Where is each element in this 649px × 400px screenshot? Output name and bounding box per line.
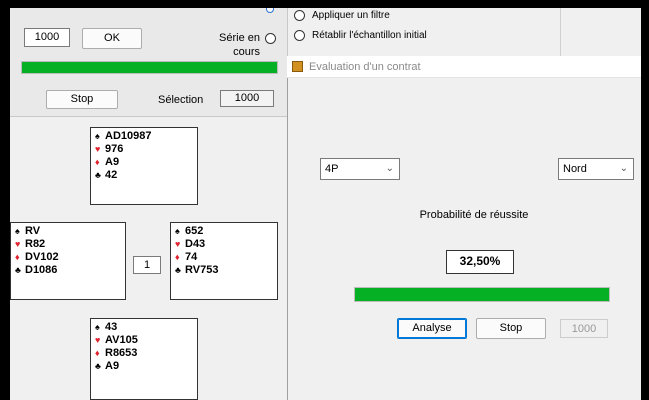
north-hand: ♠ AD10987 ♥ 976 ♦ A9 ♣ 42	[90, 127, 198, 205]
hand-cards: R8653	[105, 347, 138, 359]
club-icon: ♣	[15, 265, 21, 275]
spade-icon: ♠	[175, 226, 180, 236]
club-icon: ♣	[95, 170, 101, 180]
hand-cards: AD10987	[105, 130, 152, 142]
hand-cards: RV753	[185, 264, 219, 276]
series-label: Série en cours	[219, 32, 260, 58]
hand-line-club: ♣ A9	[95, 360, 193, 373]
hand-cards: 976	[105, 143, 124, 155]
dialog-title: Evaluation d'un contrat	[309, 61, 421, 73]
hand-cards: RV	[25, 225, 41, 237]
analyse-button[interactable]: Analyse	[397, 318, 467, 339]
left-progress-bar	[21, 61, 278, 74]
strip-divider	[560, 8, 561, 56]
hand-line-club: ♣ RV753	[175, 264, 273, 277]
app-icon	[292, 61, 303, 72]
spade-icon: ♠	[15, 226, 20, 236]
chevron-down-icon: ⌄	[385, 163, 394, 174]
declarer-select-value: Nord	[563, 163, 587, 175]
hand-cards: A9	[105, 156, 120, 168]
hand-cards: D43	[185, 238, 206, 250]
heart-icon: ♥	[95, 335, 101, 345]
dialog-stop-button[interactable]: Stop	[476, 318, 546, 339]
hand-cards: 74	[185, 251, 198, 263]
hand-cards: A9	[105, 360, 120, 372]
hand-line-diamond: ♦ 74	[175, 251, 273, 264]
heart-icon: ♥	[15, 239, 21, 249]
hand-cards: 43	[105, 321, 118, 333]
stop-button[interactable]: Stop	[46, 90, 118, 109]
club-icon: ♣	[175, 265, 181, 275]
restore-radio[interactable]	[294, 30, 305, 41]
hand-line-spade: ♠ RV	[15, 225, 121, 238]
hand-line-club: ♣ D1086	[15, 264, 121, 277]
selection-label: Sélection	[158, 94, 204, 106]
west-hand: ♠ RV ♥ R82 ♦ DV102 ♣ D1086	[10, 222, 126, 300]
chevron-down-icon: ⌄	[619, 163, 628, 174]
restore-option-label[interactable]: Rétablir l'échantillon initial	[312, 29, 427, 42]
hand-line-heart: ♥ D43	[175, 238, 273, 251]
hand-line-club: ♣ 42	[95, 169, 193, 182]
hand-line-diamond: ♦ DV102	[15, 251, 121, 264]
hand-cards: R82	[25, 238, 46, 250]
hand-line-spade: ♠ 652	[175, 225, 273, 238]
dialog-count-field: 1000	[560, 319, 608, 338]
ok-button[interactable]: OK	[82, 28, 142, 49]
contract-select-value: 4P	[325, 163, 339, 175]
hand-line-spade: ♠ AD10987	[95, 130, 193, 143]
heart-icon: ♥	[95, 144, 101, 154]
spade-icon: ♠	[95, 131, 100, 141]
hand-cards: DV102	[25, 251, 59, 263]
hand-line-heart: ♥ 976	[95, 143, 193, 156]
diamond-icon: ♦	[95, 348, 100, 358]
deal-number-field[interactable]: 1	[133, 256, 161, 274]
dialog-progress-fill	[355, 288, 609, 301]
dialog-progress-bar	[354, 287, 610, 302]
contract-select[interactable]: 4P ⌄	[320, 158, 400, 180]
filter-radio[interactable]	[294, 10, 305, 21]
hand-cards: 652	[185, 225, 204, 237]
filter-option-label[interactable]: Appliquer un filtre	[312, 9, 390, 22]
evaluation-dialog	[287, 56, 641, 400]
hand-cards: 42	[105, 169, 118, 181]
diamond-icon: ♦	[175, 252, 180, 262]
south-hand: ♠ 43 ♥ AV105 ♦ R8653 ♣ A9	[90, 318, 198, 400]
hand-line-heart: ♥ AV105	[95, 334, 193, 347]
probability-value: 32,50%	[446, 250, 514, 274]
hand-line-heart: ♥ R82	[15, 238, 121, 251]
heart-icon: ♥	[175, 239, 181, 249]
left-progress-fill	[22, 62, 277, 73]
east-hand: ♠ 652 ♥ D43 ♦ 74 ♣ RV753	[170, 222, 278, 300]
probability-label: Probabilité de réussite	[419, 209, 529, 221]
hand-cards: D1086	[25, 264, 58, 276]
hand-line-spade: ♠ 43	[95, 321, 193, 334]
count-input[interactable]: 1000	[24, 28, 70, 47]
spade-icon: ♠	[95, 322, 100, 332]
diamond-icon: ♦	[95, 157, 100, 167]
hand-line-diamond: ♦ A9	[95, 156, 193, 169]
hand-cards: AV105	[105, 334, 138, 346]
selection-field: 1000	[220, 90, 274, 107]
declarer-select[interactable]: Nord ⌄	[558, 158, 634, 180]
series-radio[interactable]	[265, 33, 276, 44]
hand-line-diamond: ♦ R8653	[95, 347, 193, 360]
diamond-icon: ♦	[15, 252, 20, 262]
club-icon: ♣	[95, 361, 101, 371]
